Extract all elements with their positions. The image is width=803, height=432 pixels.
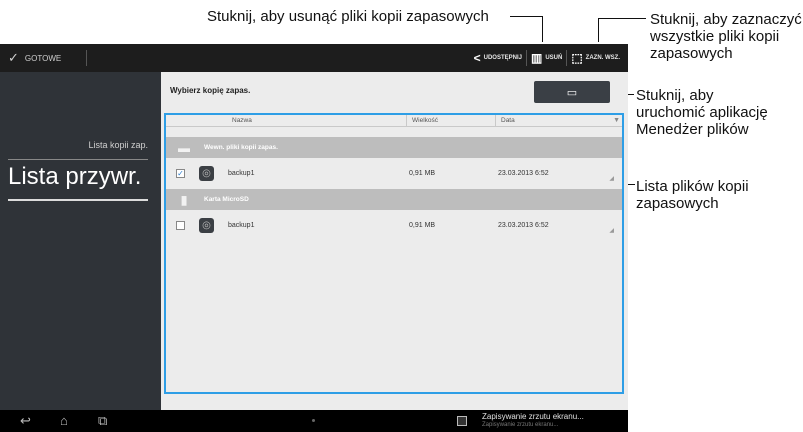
table-header: Nazwa Wielkość Data ▼ bbox=[166, 115, 622, 127]
file-size: 0,91 MB bbox=[409, 170, 436, 177]
nav-dot bbox=[312, 419, 315, 422]
callout-select-all-line-1: Stuknij, aby zaznaczyć bbox=[650, 11, 802, 28]
sidebar-item-backup-list[interactable]: Lista kopii zap. bbox=[88, 140, 148, 150]
callout-select-all-line-2: wszystkie pliki kopii bbox=[650, 28, 780, 45]
callout-delete-line-h bbox=[510, 16, 543, 17]
callout-list-line-2: zapasowych bbox=[636, 195, 719, 212]
folder-icon: ▭ bbox=[566, 86, 578, 99]
sidebar: Lista kopii zap. Lista przywr. bbox=[0, 72, 161, 410]
main-content: Wybierz kopię zapas. ▭ Nazwa Wielkość Da… bbox=[161, 72, 628, 410]
system-navigation-bar: ↩ ⌂ ⧉ Zapisywanie zrzutu ekranu... Zapis… bbox=[0, 410, 628, 432]
group-internal-backups: ▬ Wewn. pliki kopii zapas. bbox=[166, 137, 622, 158]
delete-label: USUŃ bbox=[545, 55, 563, 61]
notification[interactable]: Zapisywanie zrzutu ekranu... Zapisywanie… bbox=[482, 412, 584, 430]
page-title: Wybierz kopię zapas. bbox=[170, 86, 251, 95]
group-microsd: ▮ Karta MicroSD bbox=[166, 189, 622, 210]
column-header-size[interactable]: Wielkość bbox=[412, 117, 438, 124]
action-buttons: < UDOSTĘPNIJ ▥ USUŃ ⬚ ZAZN. WSZ. bbox=[470, 44, 624, 72]
row-checkbox[interactable] bbox=[176, 221, 185, 230]
share-button[interactable]: < UDOSTĘPNIJ bbox=[470, 44, 526, 72]
screenshot-icon bbox=[457, 416, 467, 426]
table-row[interactable]: ✓ ◎ backup1 0,91 MB 23.03.2013 6:52 ◢ bbox=[166, 159, 622, 189]
open-file-manager-button[interactable]: ▭ bbox=[534, 81, 610, 103]
file-size: 0,91 MB bbox=[409, 222, 436, 229]
notification-subtitle: Zapisywanie zrzutu ekranu... bbox=[482, 422, 559, 428]
sidebar-item-restore-list[interactable]: Lista przywr. bbox=[8, 163, 141, 191]
share-icon: < bbox=[473, 51, 481, 65]
trash-icon: ▥ bbox=[530, 51, 543, 65]
callout-delete: Stuknij, aby usunąć pliki kopii zapasowy… bbox=[207, 8, 489, 25]
group-label: Wewn. pliki kopii zapas. bbox=[204, 144, 278, 151]
recent-apps-icon[interactable]: ⧉ bbox=[98, 413, 107, 429]
device-screen: ✓ GOTOWE < UDOSTĘPNIJ ▥ USUŃ ⬚ ZAZN. WSZ… bbox=[0, 44, 628, 432]
action-bar: ✓ GOTOWE < UDOSTĘPNIJ ▥ USUŃ ⬚ ZAZN. WSZ… bbox=[0, 44, 628, 72]
callout-list: Lista plików kopii zapasowych bbox=[636, 178, 749, 212]
callout-select-all-line-v bbox=[598, 18, 599, 42]
file-name: backup1 bbox=[228, 170, 255, 177]
sidebar-selected-indicator bbox=[8, 199, 148, 201]
file-date: 23.03.2013 6:52 bbox=[498, 222, 549, 229]
delete-button[interactable]: ▥ USUŃ bbox=[527, 44, 566, 72]
done-divider bbox=[86, 50, 87, 66]
column-divider bbox=[406, 115, 407, 127]
callout-list-line-1: Lista plików kopii bbox=[636, 178, 749, 195]
corner-indicator-icon: ◢ bbox=[609, 228, 614, 234]
back-icon[interactable]: ↩ bbox=[20, 413, 31, 429]
sort-arrow-icon[interactable]: ▼ bbox=[613, 117, 620, 124]
backup-file-list: Nazwa Wielkość Data ▼ ▬ Wewn. pliki kopi… bbox=[164, 113, 624, 394]
notification-title: Zapisywanie zrzutu ekranu... bbox=[482, 412, 584, 421]
check-icon: ✓ bbox=[8, 50, 19, 65]
select-all-label: ZAZN. WSZ. bbox=[585, 55, 620, 61]
table-row[interactable]: ◎ backup1 0,91 MB 23.03.2013 6:52 ◢ bbox=[166, 211, 622, 241]
column-divider bbox=[495, 115, 496, 127]
app-icon: ◎ bbox=[199, 166, 214, 181]
corner-indicator-icon: ◢ bbox=[609, 176, 614, 182]
callout-select-all-line-h bbox=[598, 18, 646, 19]
share-label: UDOSTĘPNIJ bbox=[483, 55, 522, 61]
sidebar-divider bbox=[8, 159, 148, 160]
home-icon[interactable]: ⌂ bbox=[60, 413, 68, 428]
sd-card-icon: ▮ bbox=[180, 192, 188, 207]
callout-delete-line-v bbox=[542, 16, 543, 42]
callout-file-manager-line-3: Menedżer plików bbox=[636, 121, 749, 138]
folder-icon: ▬ bbox=[178, 140, 190, 155]
group-label: Karta MicroSD bbox=[204, 196, 249, 203]
column-header-date[interactable]: Data bbox=[501, 117, 515, 124]
callout-select-all-line-3: zapasowych bbox=[650, 45, 733, 62]
done-button[interactable]: ✓ GOTOWE bbox=[0, 44, 61, 72]
row-checkbox[interactable]: ✓ bbox=[176, 169, 185, 178]
file-date: 23.03.2013 6:52 bbox=[498, 170, 549, 177]
done-label: GOTOWE bbox=[24, 53, 62, 63]
column-header-name[interactable]: Nazwa bbox=[232, 117, 252, 124]
app-icon: ◎ bbox=[199, 218, 214, 233]
callout-file-manager-line-2: uruchomić aplikację bbox=[636, 104, 768, 121]
select-all-icon: ⬚ bbox=[571, 51, 583, 65]
callout-select-all: Stuknij, aby zaznaczyć wszystkie pliki k… bbox=[650, 11, 802, 62]
callout-file-manager-line-1: Stuknij, aby bbox=[636, 87, 714, 104]
file-name: backup1 bbox=[228, 222, 255, 229]
callout-file-manager: Stuknij, aby uruchomić aplikację Menedże… bbox=[636, 87, 768, 138]
select-all-button[interactable]: ⬚ ZAZN. WSZ. bbox=[567, 44, 624, 72]
